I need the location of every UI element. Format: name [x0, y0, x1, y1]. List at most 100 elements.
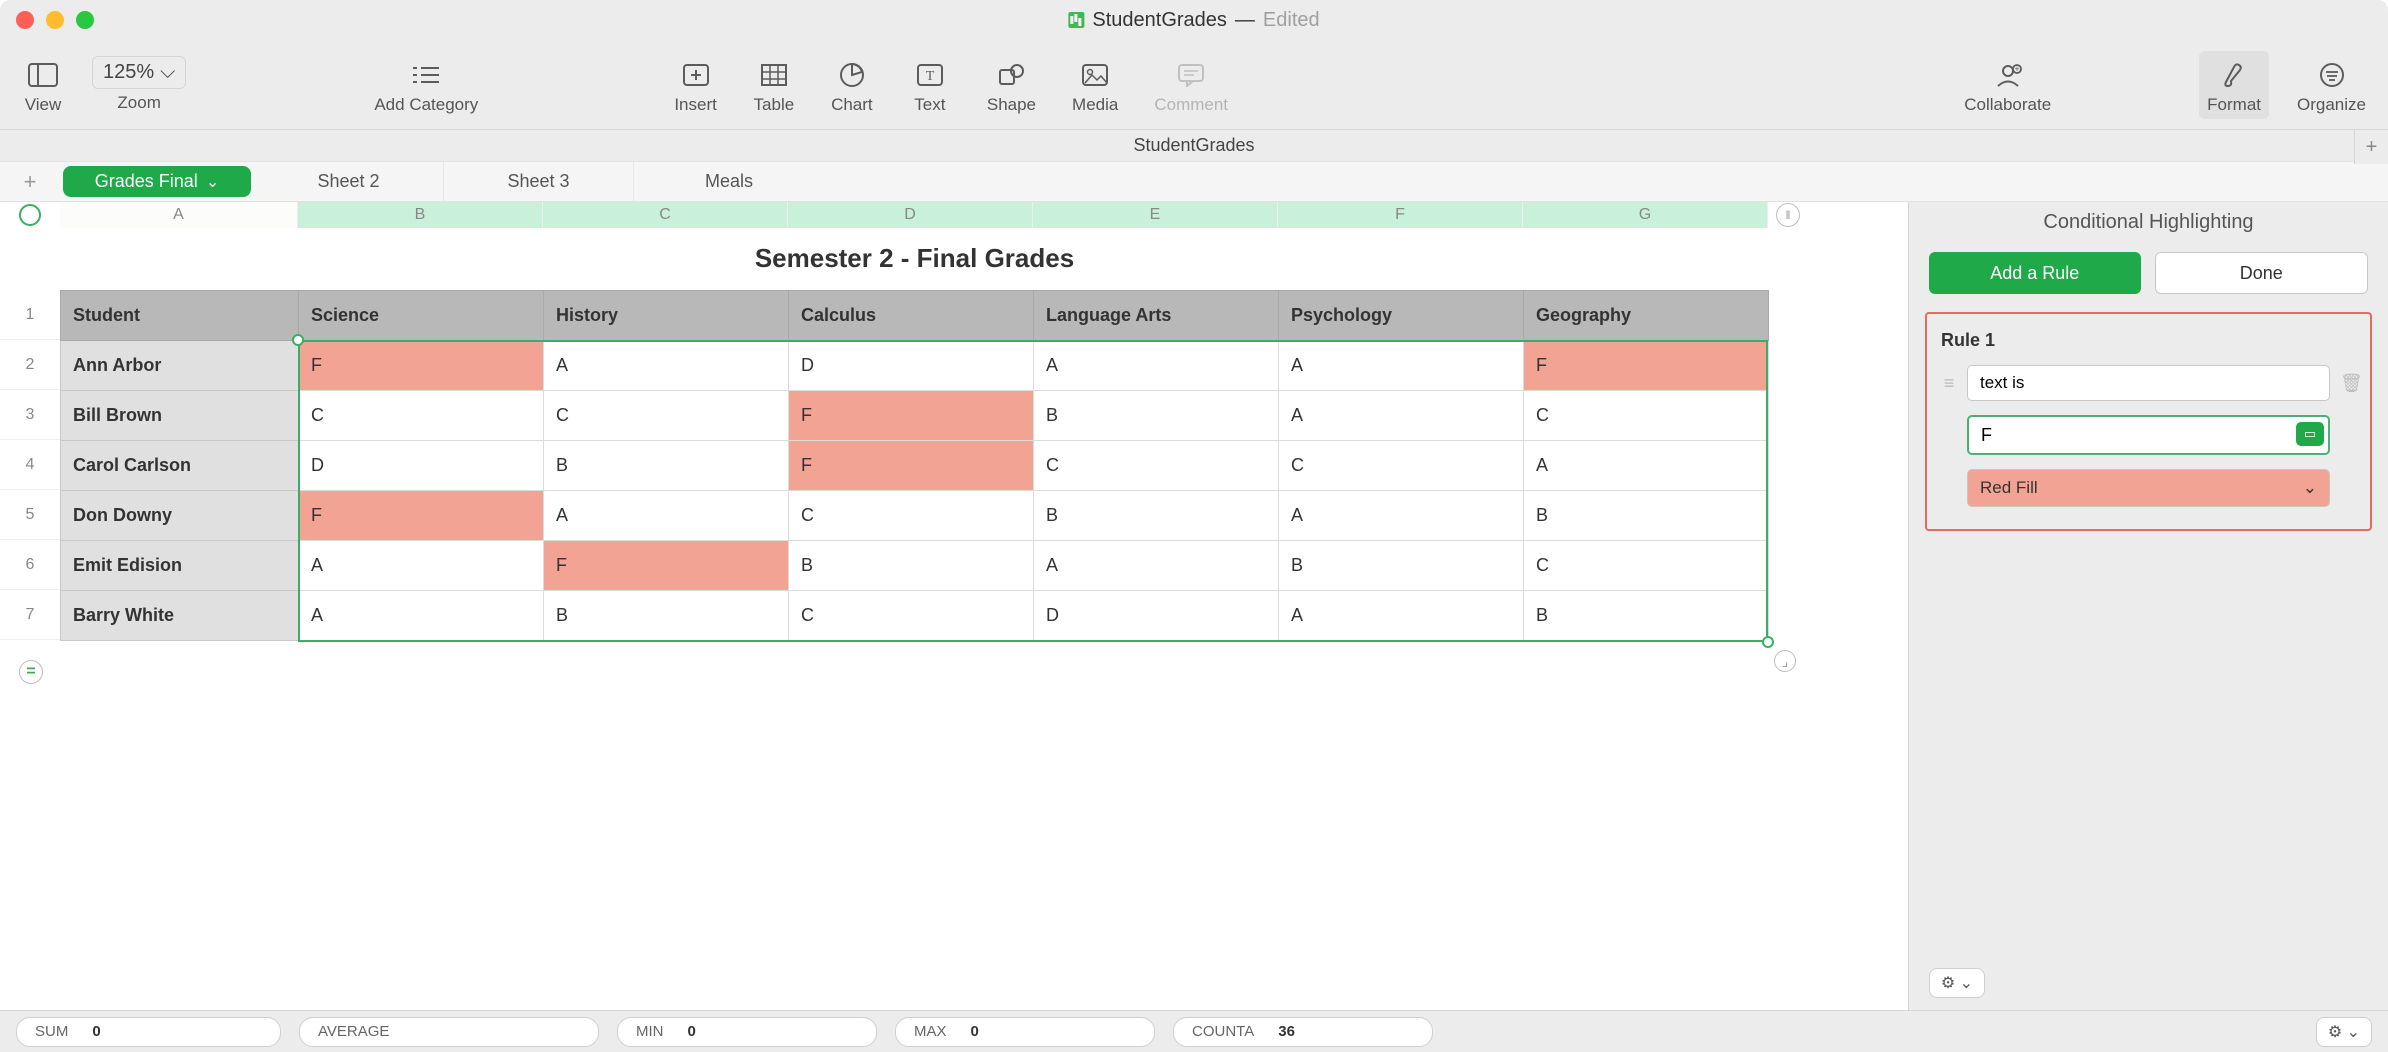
student-name-cell[interactable]: Emit Edision — [61, 540, 299, 590]
grade-cell[interactable]: F — [544, 540, 789, 590]
table-resize-handle[interactable]: ⌟ — [1774, 650, 1796, 672]
row-header-2[interactable]: 2 — [0, 340, 60, 390]
grade-cell[interactable]: C — [789, 590, 1034, 640]
grade-cell[interactable]: D — [1034, 590, 1279, 640]
grade-cell[interactable]: C — [1524, 390, 1769, 440]
col-header-e[interactable]: E — [1033, 202, 1278, 228]
grade-cell[interactable]: C — [1034, 440, 1279, 490]
row-header-7[interactable]: 7 — [0, 590, 60, 640]
grade-cell[interactable]: C — [544, 390, 789, 440]
row-header-3[interactable]: 3 — [0, 390, 60, 440]
media-button[interactable]: Media — [1064, 51, 1126, 119]
row-add-handle[interactable]: = — [19, 660, 43, 684]
grade-cell[interactable]: A — [1524, 440, 1769, 490]
student-name-cell[interactable]: Don Downy — [61, 490, 299, 540]
add-rule-button[interactable]: Add a Rule — [1929, 252, 2141, 294]
rule-style-dropdown[interactable]: Red Fill ⌄ — [1967, 469, 2330, 507]
grade-cell[interactable]: D — [789, 340, 1034, 390]
grade-cell[interactable]: A — [544, 490, 789, 540]
tab-meals[interactable]: Meals — [634, 162, 824, 201]
grade-cell[interactable]: F — [299, 490, 544, 540]
add-tab-button[interactable]: + — [0, 162, 60, 201]
grade-cell[interactable]: B — [1279, 540, 1524, 590]
table-button[interactable]: Table — [745, 51, 803, 119]
col-header-d[interactable]: D — [788, 202, 1033, 228]
select-all-handle[interactable] — [0, 202, 60, 228]
minimize-window-button[interactable] — [46, 11, 64, 29]
table-title[interactable]: Semester 2 - Final Grades — [61, 228, 1769, 290]
footer-settings-gear[interactable]: ⚙︎ ⌄ — [2316, 1017, 2372, 1047]
done-button[interactable]: Done — [2155, 252, 2369, 294]
header-calculus[interactable]: Calculus — [789, 290, 1034, 340]
grade-cell[interactable]: F — [789, 390, 1034, 440]
grade-cell[interactable]: A — [1279, 590, 1524, 640]
selection-handle-br[interactable] — [1762, 636, 1774, 648]
col-header-f[interactable]: F — [1278, 202, 1523, 228]
cell-reference-icon[interactable]: ▭ — [2296, 422, 2324, 446]
header-language-arts[interactable]: Language Arts — [1034, 290, 1279, 340]
add-sheet-plus-button[interactable]: + — [2354, 130, 2388, 164]
delete-rule-icon[interactable]: 🗑 — [2340, 373, 2356, 394]
rule-condition-dropdown[interactable] — [1967, 365, 2330, 401]
header-science[interactable]: Science — [299, 290, 544, 340]
grade-cell[interactable]: D — [299, 440, 544, 490]
header-history[interactable]: History — [544, 290, 789, 340]
grade-cell[interactable]: A — [544, 340, 789, 390]
grade-cell[interactable]: B — [544, 590, 789, 640]
grade-cell[interactable]: B — [1524, 590, 1769, 640]
rule-value-input[interactable] — [1967, 415, 2330, 455]
grade-cell[interactable]: B — [1034, 490, 1279, 540]
col-header-b[interactable]: B — [298, 202, 543, 228]
row-header-6[interactable]: 6 — [0, 540, 60, 590]
view-button[interactable]: View — [14, 51, 72, 119]
close-window-button[interactable] — [16, 11, 34, 29]
grade-cell[interactable]: B — [1034, 390, 1279, 440]
row-header-5[interactable]: 5 — [0, 490, 60, 540]
col-header-c[interactable]: C — [543, 202, 788, 228]
student-name-cell[interactable]: Barry White — [61, 590, 299, 640]
zoom-control[interactable]: 125% ⌵ Zoom — [92, 56, 186, 113]
selection-handle-tl[interactable] — [292, 334, 304, 346]
grade-cell[interactable]: B — [789, 540, 1034, 590]
grade-cell[interactable]: A — [1279, 490, 1524, 540]
student-name-cell[interactable]: Carol Carlson — [61, 440, 299, 490]
grade-cell[interactable]: F — [299, 340, 544, 390]
organize-button[interactable]: Organize — [2289, 51, 2374, 119]
grade-cell[interactable]: C — [1524, 540, 1769, 590]
header-student[interactable]: Student — [61, 290, 299, 340]
tab-sheet-3[interactable]: Sheet 3 — [444, 162, 634, 201]
tab-sheet-2[interactable]: Sheet 2 — [254, 162, 444, 201]
fullscreen-window-button[interactable] — [76, 11, 94, 29]
grade-cell[interactable]: C — [299, 390, 544, 440]
grade-cell[interactable]: A — [1279, 390, 1524, 440]
student-name-cell[interactable]: Bill Brown — [61, 390, 299, 440]
grade-cell[interactable]: A — [299, 590, 544, 640]
tab-grades-final[interactable]: Grades Final — [63, 166, 251, 197]
grade-cell[interactable]: A — [299, 540, 544, 590]
spreadsheet-canvas[interactable]: A B C D E F G ‖ 1 2 3 4 5 6 7 = Semester… — [0, 202, 1908, 1010]
drag-handle-icon[interactable]: ≡ — [1941, 373, 1957, 394]
collaborate-button[interactable]: + Collaborate — [1956, 51, 2059, 119]
insert-button[interactable]: Insert — [666, 51, 725, 119]
add-category-button[interactable]: Add Category — [346, 51, 506, 119]
grade-cell[interactable]: C — [789, 490, 1034, 540]
header-psychology[interactable]: Psychology — [1279, 290, 1524, 340]
grade-cell[interactable]: A — [1279, 340, 1524, 390]
grade-cell[interactable]: F — [1524, 340, 1769, 390]
grade-cell[interactable]: A — [1034, 340, 1279, 390]
chart-button[interactable]: Chart — [823, 51, 881, 119]
col-header-a[interactable]: A — [60, 202, 298, 228]
grade-cell[interactable]: B — [544, 440, 789, 490]
col-header-g[interactable]: G — [1523, 202, 1768, 228]
row-header-4[interactable]: 4 — [0, 440, 60, 490]
column-add-handle[interactable]: ‖ — [1768, 202, 1808, 228]
comment-button[interactable]: Comment — [1146, 51, 1236, 119]
grade-cell[interactable]: F — [789, 440, 1034, 490]
grade-cell[interactable]: C — [1279, 440, 1524, 490]
format-button[interactable]: Format — [2199, 51, 2269, 119]
shape-button[interactable]: Shape — [979, 51, 1044, 119]
row-header-1[interactable]: 1 — [0, 290, 60, 340]
grade-cell[interactable]: A — [1034, 540, 1279, 590]
student-name-cell[interactable]: Ann Arbor — [61, 340, 299, 390]
sidebar-settings-gear[interactable]: ⚙︎ ⌄ — [1929, 968, 1985, 998]
